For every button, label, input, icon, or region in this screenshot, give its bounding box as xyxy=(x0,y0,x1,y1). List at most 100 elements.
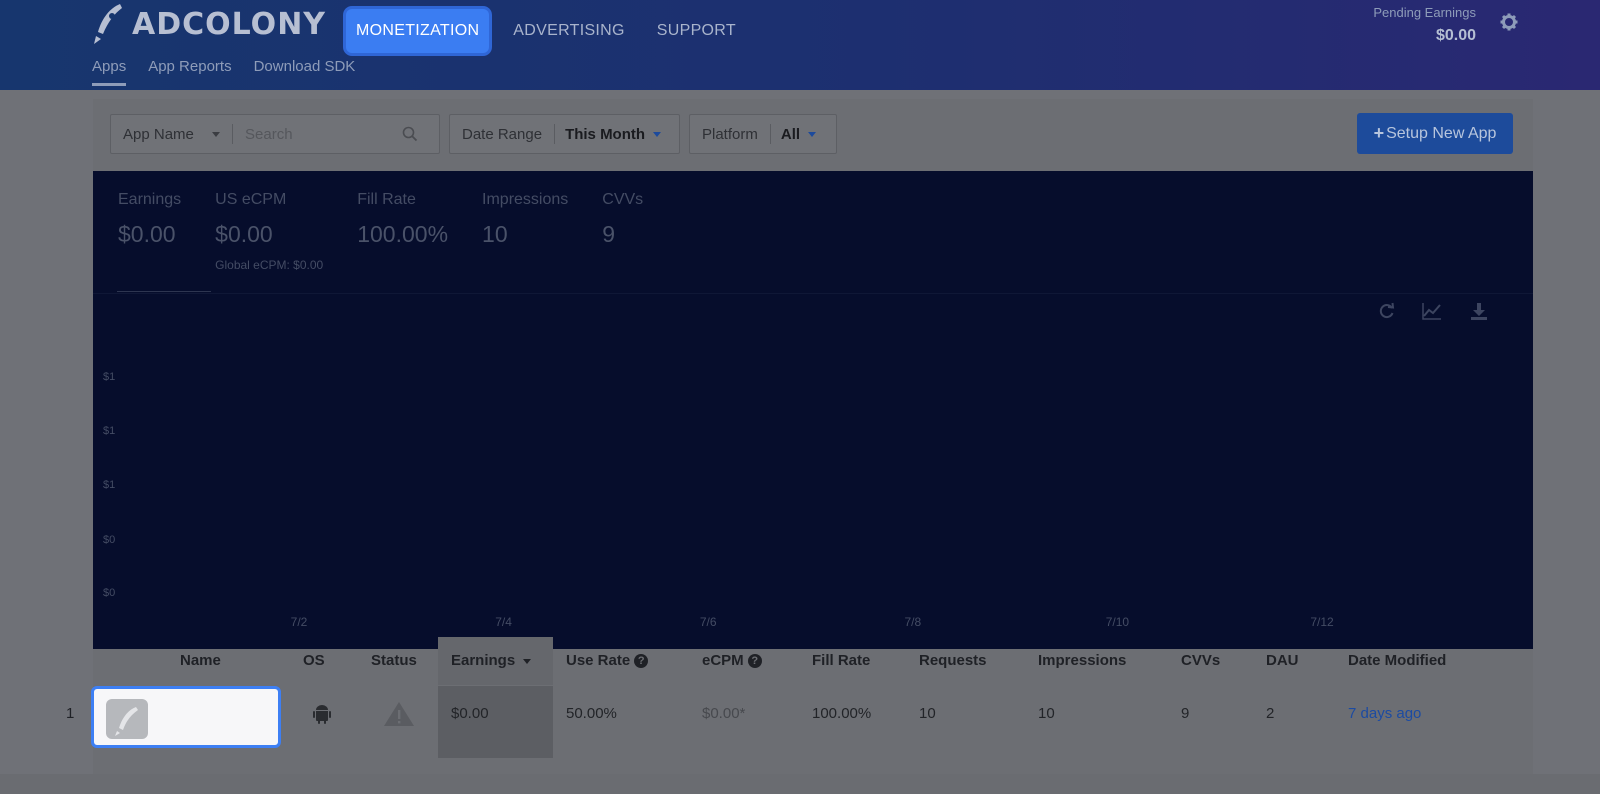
col-os[interactable]: OS xyxy=(303,637,325,685)
pending-earnings-label: Pending Earnings xyxy=(1373,5,1476,20)
active-stat-indicator xyxy=(117,291,211,292)
x-tick-label: 7/10 xyxy=(1105,615,1130,629)
x-tick-label: 7/8 xyxy=(904,615,922,629)
app-icon xyxy=(106,699,148,739)
page-footer-strip xyxy=(0,774,1600,794)
stats-chart-panel: Earnings $0.00 US eCPM $0.00 Global eCPM… xyxy=(93,171,1533,649)
stat-label: US eCPM xyxy=(215,191,287,208)
help-icon[interactable]: ? xyxy=(747,654,762,668)
setup-new-app-label: Setup New App xyxy=(1386,124,1497,142)
col-use-rate[interactable]: Use Rate? xyxy=(566,637,649,685)
table-header: Name OS Status Earnings Use Rate? eCPM? … xyxy=(93,637,1533,685)
app-name-label: App Name xyxy=(123,125,194,143)
stat-fill-rate[interactable]: Fill Rate 100.00% xyxy=(357,191,448,272)
y-tick-label: $1 xyxy=(103,479,116,491)
chevron-down-icon xyxy=(653,131,662,137)
x-tick-label: 7/4 xyxy=(495,615,512,629)
platform-value-text: All xyxy=(780,125,801,143)
help-icon[interactable]: ? xyxy=(634,654,649,668)
x-tick-label: 7/6 xyxy=(699,615,717,629)
app-search-box: App Name Search xyxy=(110,114,440,154)
nav-advertising[interactable]: ADVERTISING xyxy=(513,22,624,40)
y-tick-label: $1 xyxy=(103,371,116,383)
stat-cvvs[interactable]: CVVs 9 xyxy=(602,191,643,272)
app-name-select[interactable]: App Name xyxy=(111,126,232,143)
warning-icon[interactable] xyxy=(383,701,415,727)
gear-icon[interactable] xyxy=(1500,13,1518,31)
date-range-label: Date Range xyxy=(462,125,543,143)
col-fill-rate[interactable]: Fill Rate xyxy=(812,637,870,685)
platform-value: All xyxy=(771,126,826,143)
col-status[interactable]: Status xyxy=(371,637,417,685)
stats-row: Earnings $0.00 US eCPM $0.00 Global eCPM… xyxy=(118,191,677,272)
top-header: ADCOLONY MONETIZATION ADVERTISING SUPPOR… xyxy=(0,0,1600,90)
app-name-cell[interactable] xyxy=(91,686,281,748)
line-chart-icon[interactable] xyxy=(1422,301,1442,321)
subnav-download-sdk[interactable]: Download SDK xyxy=(254,58,356,86)
col-earnings[interactable]: Earnings xyxy=(438,637,553,685)
subnav-app-reports[interactable]: App Reports xyxy=(148,58,231,86)
rocket-icon xyxy=(94,4,122,44)
brand-logo[interactable]: ADCOLONY xyxy=(92,2,326,46)
y-tick-label: $1 xyxy=(103,425,116,437)
android-icon xyxy=(313,705,331,725)
stat-label: Fill Rate xyxy=(357,191,416,208)
stat-us-ecpm[interactable]: US eCPM $0.00 Global eCPM: $0.00 xyxy=(215,191,323,272)
rocket-icon xyxy=(115,707,138,736)
platform-select[interactable]: Platform All xyxy=(689,114,837,154)
col-date-modified[interactable]: Date Modified xyxy=(1348,637,1446,685)
chevron-down-icon xyxy=(212,131,221,137)
col-use-rate-label: Use Rate xyxy=(566,652,631,669)
date-modified-link[interactable]: 7 days ago xyxy=(1348,686,1421,758)
col-dau[interactable]: DAU xyxy=(1266,637,1299,685)
download-icon[interactable] xyxy=(1469,301,1489,321)
col-impressions[interactable]: Impressions xyxy=(1038,637,1126,685)
stat-subtext: Global eCPM: $0.00 xyxy=(215,258,324,272)
chevron-down-icon xyxy=(808,131,817,137)
stat-value: $0.00 xyxy=(215,221,273,247)
refresh-icon[interactable] xyxy=(1377,301,1397,321)
os-cell xyxy=(312,686,332,758)
filter-bar: App Name Search Date Range This Month Pl… xyxy=(110,114,846,155)
stat-value: $0.00 xyxy=(118,221,176,247)
stat-value: 9 xyxy=(602,221,616,247)
y-tick-label: $0 xyxy=(103,587,116,599)
col-earnings-label: Earnings xyxy=(451,652,516,669)
x-tick-label: 7/2 xyxy=(290,615,308,629)
search-icon[interactable] xyxy=(402,126,418,142)
divider xyxy=(93,293,1533,294)
dau-cell: 2 xyxy=(1266,705,1275,722)
col-name[interactable]: Name xyxy=(180,637,221,685)
sort-desc-icon xyxy=(523,659,532,664)
cvvs-cell: 9 xyxy=(1181,705,1190,722)
col-requests[interactable]: Requests xyxy=(919,637,987,685)
ecpm-cell: $0.00* xyxy=(702,705,746,722)
x-tick-label: 7/12 xyxy=(1310,615,1334,629)
search-input[interactable]: Search xyxy=(233,126,398,143)
use-rate-cell: 50.00% xyxy=(566,705,617,722)
earnings-cell: $0.00 xyxy=(438,686,553,758)
col-ecpm-label: eCPM xyxy=(702,652,744,669)
requests-cell: 10 xyxy=(919,705,936,722)
col-ecpm[interactable]: eCPM? xyxy=(702,637,762,685)
impressions-cell: 10 xyxy=(1038,705,1055,722)
stat-value: 10 xyxy=(482,221,508,247)
table-row[interactable]: 1 $0.00 50.00% $0.00* 100.00% 10 10 9 2 … xyxy=(66,686,1533,758)
date-range-select[interactable]: Date Range This Month xyxy=(449,114,680,154)
fill-rate-cell: 100.00% xyxy=(812,705,872,722)
stat-earnings[interactable]: Earnings $0.00 xyxy=(118,191,181,272)
setup-new-app-button[interactable]: + Setup New App xyxy=(1357,113,1513,154)
sub-nav: Apps App Reports Download SDK xyxy=(92,58,377,86)
stat-impressions[interactable]: Impressions 10 xyxy=(482,191,568,272)
date-range-value: This Month xyxy=(555,126,671,143)
pending-earnings-value: $0.00 xyxy=(1435,27,1476,44)
plus-icon: + xyxy=(1373,123,1385,143)
stat-label: Earnings xyxy=(118,191,182,208)
col-cvvs[interactable]: CVVs xyxy=(1181,637,1220,685)
subnav-apps[interactable]: Apps xyxy=(92,58,127,86)
pending-earnings: Pending Earnings $0.00 xyxy=(1373,5,1476,45)
stat-value: 100.00% xyxy=(357,221,449,247)
nav-monetization[interactable]: MONETIZATION xyxy=(346,9,490,53)
nav-support[interactable]: SUPPORT xyxy=(657,22,736,40)
platform-label: Platform xyxy=(702,125,758,143)
